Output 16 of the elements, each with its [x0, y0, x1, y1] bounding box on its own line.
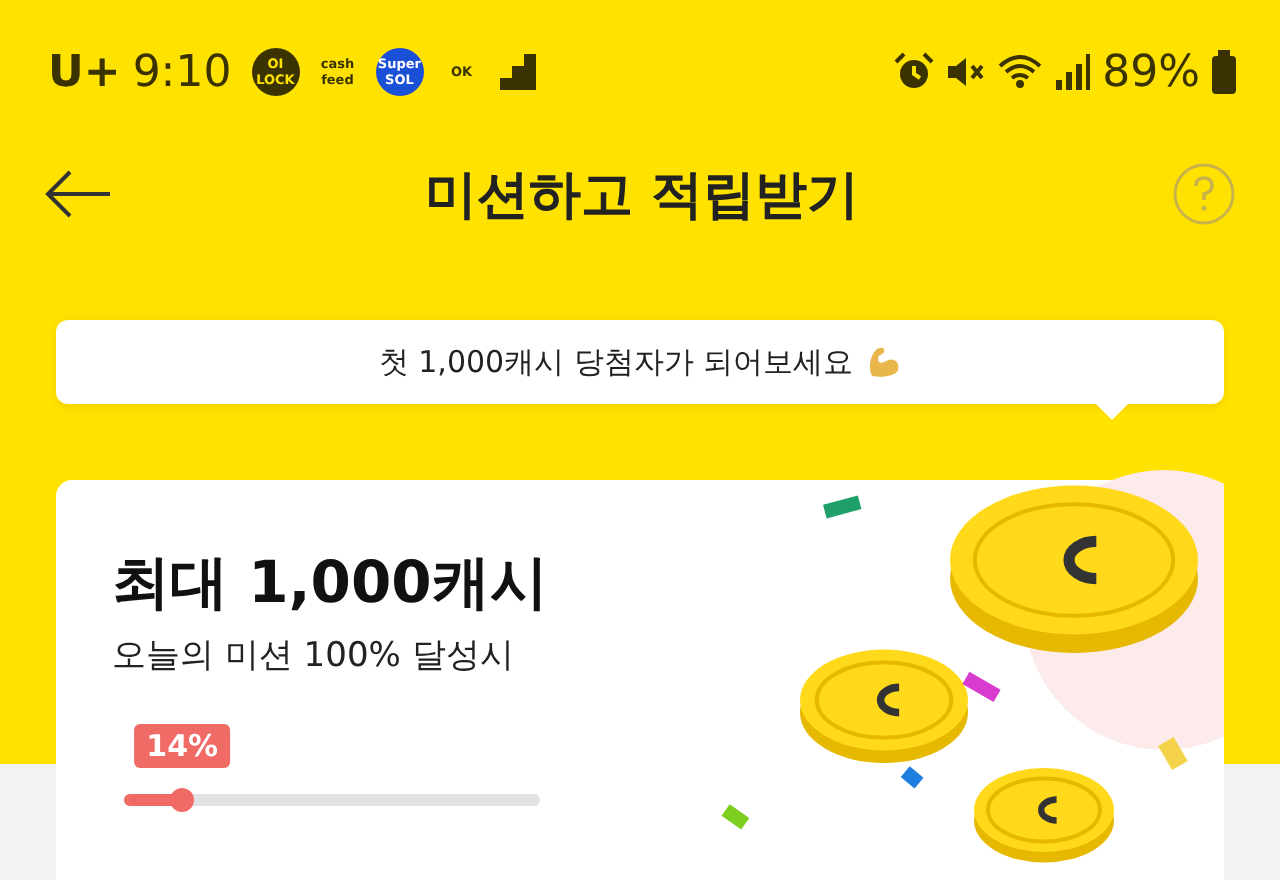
back-arrow-icon[interactable]	[44, 168, 112, 220]
banner-text: 첫 1,000캐시 당첨자가 되어보세요	[378, 343, 854, 381]
progress-percent-label: 14%	[134, 724, 231, 768]
reward-subtitle: 오늘의 미션 100% 달성시	[112, 634, 514, 678]
alarm-icon	[894, 52, 935, 92]
carrier-label: U+	[48, 47, 121, 97]
battery-icon	[1212, 50, 1236, 94]
battery-percent: 89%	[1102, 47, 1200, 97]
clock: 9:10	[132, 47, 232, 97]
page-title: 미션하고 적립받기	[422, 163, 862, 229]
reward-title: 최대 1,000캐시	[112, 546, 548, 620]
stairs-icon	[499, 54, 536, 90]
mute-icon	[946, 52, 987, 92]
signal-icon	[1054, 54, 1091, 90]
wifi-icon	[998, 52, 1043, 92]
flexed-arm-icon	[865, 344, 902, 380]
